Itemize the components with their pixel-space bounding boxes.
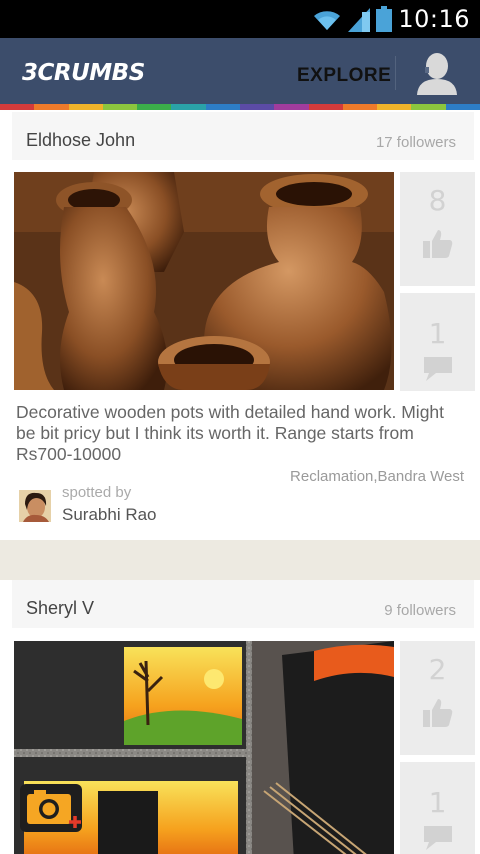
signal-icon <box>348 8 370 32</box>
spotter-avatar-image <box>19 490 51 522</box>
author-name[interactable]: Eldhose John <box>26 130 135 151</box>
spotter-avatar[interactable] <box>19 490 51 522</box>
comment-button[interactable]: 1 <box>400 762 475 854</box>
wifi-icon <box>314 11 340 31</box>
post-card[interactable]: Eldhose John 17 followers 8 1 Decorative… <box>0 110 480 540</box>
thumbs-up-icon <box>423 230 453 258</box>
app-bar: 3CRUMBS EXPLORE <box>0 38 480 104</box>
like-button[interactable]: 2 <box>400 641 475 755</box>
comment-count: 1 <box>428 786 447 819</box>
post-location[interactable]: Reclamation,Bandra West <box>290 468 464 485</box>
profile-icon <box>417 53 457 95</box>
post-description: Decorative wooden pots with detailed han… <box>16 402 445 464</box>
feed[interactable]: Eldhose John 17 followers 8 1 Decorative… <box>0 110 480 854</box>
post-header[interactable]: Eldhose John 17 followers <box>12 112 474 160</box>
clock: 10:16 <box>398 5 470 33</box>
comment-count: 1 <box>428 317 447 350</box>
thumbs-up-icon <box>423 699 453 727</box>
battery-icon <box>376 6 392 32</box>
spotted-by-label: spotted by <box>62 484 132 501</box>
followers-count: 17 followers <box>375 134 456 151</box>
wooden-pots-photo <box>14 172 394 390</box>
post-header[interactable]: Sheryl V 9 followers <box>12 580 474 628</box>
add-photo-button[interactable] <box>20 784 82 832</box>
app-logo[interactable]: 3CRUMBS <box>22 60 145 86</box>
app-bar-divider <box>395 56 396 90</box>
comment-icon <box>424 826 452 850</box>
comment-button[interactable]: 1 <box>400 293 475 391</box>
card-separator <box>0 540 480 580</box>
like-button[interactable]: 8 <box>400 172 475 286</box>
followers-count: 9 followers <box>384 602 456 619</box>
explore-button[interactable]: EXPLORE <box>297 65 391 87</box>
like-count: 8 <box>428 184 447 217</box>
author-name[interactable]: Sheryl V <box>26 598 94 619</box>
status-icons <box>312 6 392 32</box>
comment-icon <box>424 357 452 381</box>
add-photo-camera-icon <box>20 784 82 832</box>
spotter-name[interactable]: Surabhi Rao <box>62 505 157 525</box>
like-count: 2 <box>428 653 447 686</box>
post-photo[interactable] <box>14 172 394 390</box>
status-bar: 10:16 <box>0 0 480 38</box>
profile-button[interactable] <box>414 51 460 95</box>
